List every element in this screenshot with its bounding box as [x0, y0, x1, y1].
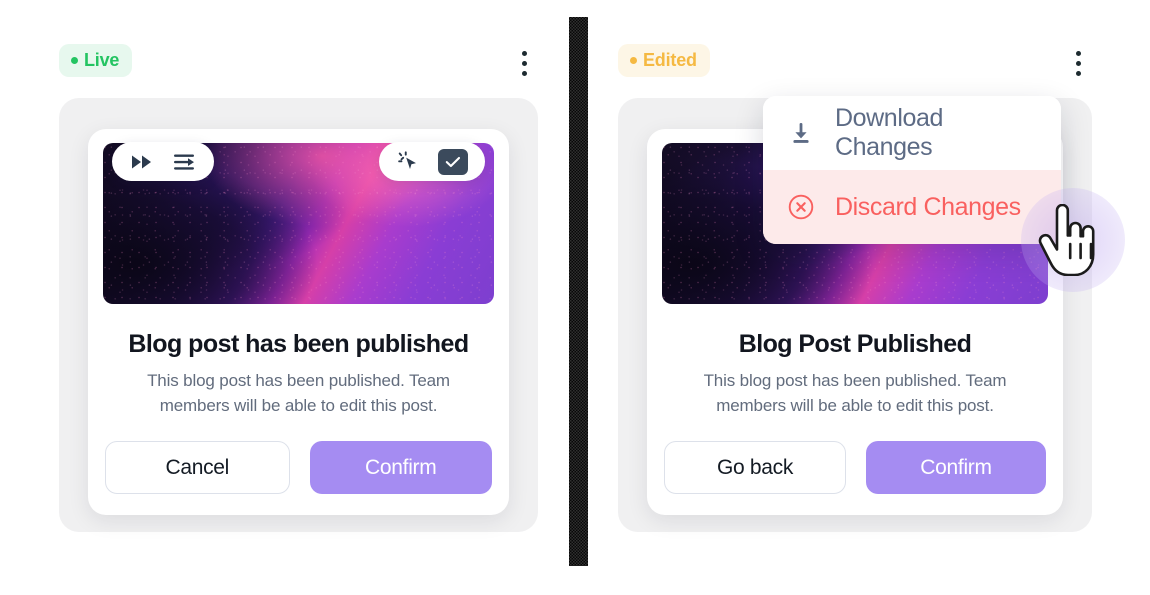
screenshot-stage: Live Blog post has been published This b…: [0, 0, 1150, 595]
confirm-button[interactable]: Confirm: [309, 441, 492, 495]
card-live: Live Blog post has been published This b…: [40, 29, 557, 553]
status-dot-icon: [630, 56, 637, 64]
toolbar-right-live: [379, 142, 485, 181]
menu-item-download-changes[interactable]: Download Changes: [763, 96, 1061, 170]
menu-item-label: Download Changes: [835, 104, 943, 161]
fast-forward-icon[interactable]: [129, 149, 155, 175]
status-badge-label: Live: [84, 50, 120, 70]
more-vertical-icon[interactable]: [1066, 47, 1090, 79]
download-icon: [786, 118, 816, 148]
dialog-title: Blog post has been published: [128, 330, 469, 358]
menu-item-label: Discard Changes: [835, 192, 1021, 221]
card-header-edited: Edited: [599, 29, 1111, 95]
status-dot-icon: [71, 56, 78, 64]
go-back-button[interactable]: Go back: [664, 441, 846, 495]
status-badge-edited: Edited: [618, 44, 710, 77]
confirmation-dialog-live: Blog post has been published This blog p…: [88, 129, 509, 516]
menu-item-discard-changes[interactable]: Discard Changes: [763, 170, 1061, 244]
checkbox-checked-icon[interactable]: [438, 148, 468, 175]
dialog-body: This blog post has been published. Team …: [703, 371, 1007, 415]
context-menu: Download Changes Discard Changes: [763, 96, 1061, 244]
circle-x-icon: [786, 192, 816, 222]
card-edited: Edited Blog Post Published This blog pos…: [599, 29, 1111, 553]
click-cursor-icon[interactable]: [396, 149, 422, 175]
status-badge-label: Edited: [643, 50, 697, 70]
dialog-actions: Cancel Confirm: [105, 441, 492, 495]
card-header-live: Live: [40, 29, 557, 95]
confirm-button[interactable]: Confirm: [866, 441, 1046, 495]
dialog-body: This blog post has been published. Team …: [147, 371, 450, 415]
dialog-actions: Go back Confirm: [664, 441, 1046, 495]
status-badge-live: Live: [59, 44, 133, 77]
toolbar-left-live: [112, 142, 214, 181]
indent-arrow-icon[interactable]: [171, 149, 197, 175]
more-vertical-icon[interactable]: [512, 47, 536, 79]
dialog-title: Blog Post Published: [738, 330, 972, 358]
cancel-button[interactable]: Cancel: [105, 441, 290, 495]
